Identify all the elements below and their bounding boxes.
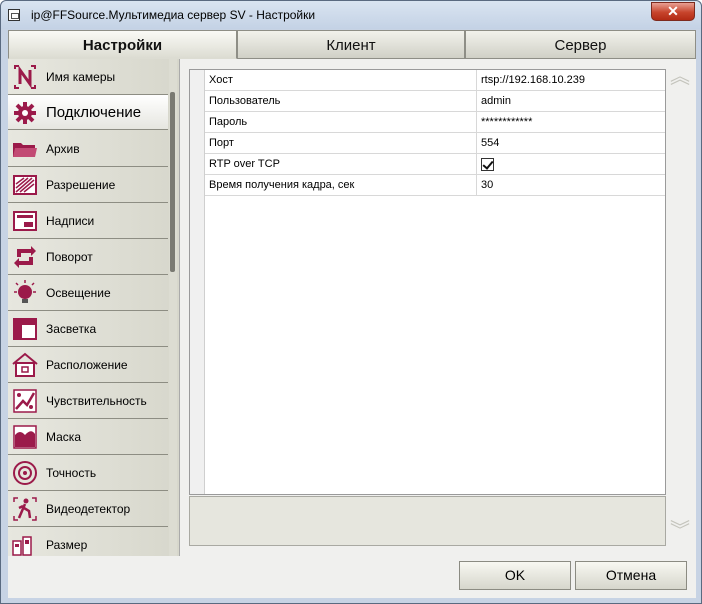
property-name: Пользователь — [209, 95, 281, 107]
sidebar-item-location[interactable]: Расположение — [8, 347, 168, 383]
property-row-frame-timeout[interactable]: Время получения кадра, сек 30 — [205, 175, 665, 196]
property-name: RTP over TCP — [209, 158, 280, 170]
tab-client[interactable]: Клиент — [237, 30, 465, 59]
grid-margin — [190, 70, 205, 494]
sidebar-item-label: Архив — [46, 142, 80, 156]
captions-icon — [13, 211, 37, 231]
property-name: Пароль — [209, 116, 248, 128]
sidebar-item-label: Размер — [46, 538, 88, 552]
cancel-button[interactable]: Отмена — [575, 561, 687, 590]
column-divider — [476, 112, 477, 133]
property-name: Порт — [209, 137, 234, 149]
sidebar-item-label: Разрешение — [46, 178, 116, 192]
gear-icon — [14, 102, 36, 124]
window-title: ip@FFSource.Мультимедиа сервер SV - Наст… — [31, 8, 316, 22]
backlight-icon — [13, 318, 37, 340]
tab-strip: Настройки Клиент Сервер — [8, 30, 696, 59]
app-window-icon — [8, 9, 20, 21]
property-description-pane — [189, 496, 666, 546]
dialog-body: Настройки Клиент Сервер Имя камеры Подкл… — [8, 30, 696, 598]
sidebar-item-label: Маска — [46, 430, 81, 444]
property-row-user[interactable]: Пользователь admin — [205, 91, 665, 112]
sidebar-item-motion-detector[interactable]: Видеодетектор — [8, 491, 168, 527]
sidebar-item-label: Расположение — [46, 358, 128, 372]
sidebar-item-label: Чувствительность — [46, 394, 147, 408]
sidebar-item-rotation[interactable]: Поворот — [8, 239, 168, 275]
property-name: Время получения кадра, сек — [209, 179, 355, 191]
scroll-down-icon[interactable]: ︾ — [670, 521, 690, 554]
house-icon — [12, 352, 38, 377]
sidebar-item-label: Поворот — [46, 250, 93, 264]
password-value[interactable]: ************ — [481, 116, 532, 128]
port-value[interactable]: 554 — [481, 137, 499, 149]
motion-detector-icon — [13, 497, 37, 521]
tab-server[interactable]: Сервер — [465, 30, 696, 59]
host-value[interactable]: rtsp://192.168.10.239 — [481, 74, 585, 86]
property-row-rtp-over-tcp[interactable]: RTP over TCP — [205, 154, 665, 175]
sidebar-item-backlight[interactable]: Засветка — [8, 311, 168, 347]
camera-name-icon — [14, 65, 36, 89]
settings-sidebar: Имя камеры Подключение Архив Разрешение … — [8, 59, 180, 556]
sidebar-item-size[interactable]: Размер — [8, 527, 168, 556]
sidebar-item-label: Засветка — [46, 322, 97, 336]
sidebar-item-label: Точность — [46, 466, 97, 480]
property-name: Хост — [209, 74, 233, 86]
property-row-port[interactable]: Порт 554 — [205, 133, 665, 154]
property-row-host[interactable]: Хост rtsp://192.168.10.239 — [205, 70, 665, 91]
property-grid: Хост rtsp://192.168.10.239 Пользователь … — [189, 69, 666, 495]
sidebar-item-label: Надписи — [46, 214, 95, 228]
sidebar-item-mask[interactable]: Маска — [8, 419, 168, 455]
sidebar-item-accuracy[interactable]: Точность — [8, 455, 168, 491]
sidebar-item-label: Освещение — [46, 286, 111, 300]
column-divider — [476, 70, 477, 91]
resolution-icon — [13, 175, 37, 195]
sidebar-scroll-thumb[interactable] — [170, 92, 175, 272]
rtp-over-tcp-checkbox[interactable] — [481, 158, 494, 171]
user-value[interactable]: admin — [481, 95, 511, 107]
property-row-password[interactable]: Пароль ************ — [205, 112, 665, 133]
sidebar-item-sensitivity[interactable]: Чувствительность — [8, 383, 168, 419]
folder-icon — [13, 143, 37, 157]
size-icon — [12, 536, 32, 556]
frame-timeout-value[interactable]: 30 — [481, 179, 493, 191]
sidebar-item-captions[interactable]: Надписи — [8, 203, 168, 239]
target-icon — [13, 461, 37, 485]
tab-settings[interactable]: Настройки — [8, 30, 237, 59]
sidebar-item-label: Видеодетектор — [46, 502, 131, 516]
sidebar-item-camera-name[interactable]: Имя камеры — [8, 59, 168, 95]
lighting-icon — [14, 280, 36, 303]
title-bar[interactable]: ip@FFSource.Мультимедиа сервер SV - Наст… — [1, 1, 701, 29]
sidebar-item-archive[interactable]: Архив — [8, 131, 168, 167]
ok-button[interactable]: OK — [459, 561, 571, 590]
mask-icon — [13, 425, 37, 449]
settings-window: ip@FFSource.Мультимедиа сервер SV - Наст… — [0, 0, 702, 604]
column-divider — [476, 175, 477, 196]
rotate-icon — [14, 246, 36, 268]
scroll-up-icon[interactable]: ︽ — [670, 67, 690, 100]
close-button[interactable]: ✕ — [651, 2, 695, 21]
column-divider — [476, 154, 477, 175]
column-divider — [476, 133, 477, 154]
sidebar-item-label: Подключение — [46, 104, 142, 121]
sidebar-item-label: Имя камеры — [46, 70, 116, 84]
sidebar-item-lighting[interactable]: Освещение — [8, 275, 168, 311]
sidebar-item-connection[interactable]: Подключение — [8, 94, 168, 130]
column-divider — [476, 91, 477, 112]
sidebar-item-resolution[interactable]: Разрешение — [8, 167, 168, 203]
sensitivity-icon — [13, 389, 37, 413]
